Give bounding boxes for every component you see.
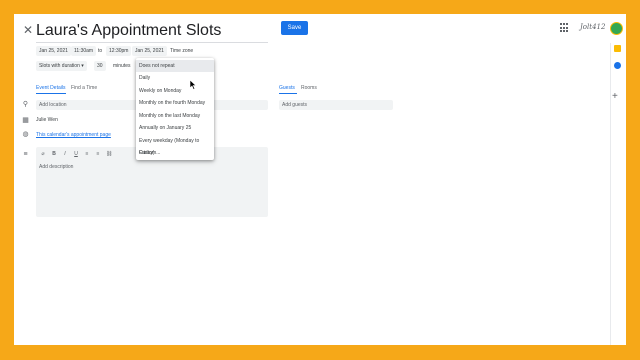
repeat-option-monthly-last[interactable]: Monthly on the last Monday	[136, 110, 214, 122]
link-button[interactable]: ⛓	[106, 150, 112, 158]
start-time-chip[interactable]: 11:30am	[71, 46, 97, 56]
underline-button[interactable]: U	[73, 150, 79, 158]
description-icon: ≡	[23, 151, 28, 158]
tab-event-details[interactable]: Event Details	[36, 84, 65, 92]
chevron-down-icon: ▾	[81, 63, 84, 69]
tab-guests-indicator	[279, 93, 297, 94]
add-addon-icon[interactable]: +	[612, 92, 618, 102]
tab-find-a-time[interactable]: Find a Time	[71, 84, 97, 92]
start-date-chip[interactable]: Jan 25, 2021	[36, 46, 71, 56]
repeat-option-weekday[interactable]: Every weekday (Monday to Friday)	[136, 135, 214, 156]
calendar-icon: ▦	[22, 117, 29, 124]
italic-button[interactable]: I	[62, 150, 68, 158]
tab-active-indicator	[36, 93, 66, 94]
keep-icon[interactable]	[614, 45, 621, 52]
numbered-list-button[interactable]: ≡	[84, 150, 90, 158]
tasks-icon[interactable]	[614, 62, 621, 69]
end-time-chip[interactable]: 12:30pm	[106, 46, 132, 56]
location-icon: ⚲	[22, 101, 29, 108]
repeat-option-custom[interactable]: Custom...	[136, 147, 214, 159]
organizer-name: Julie Wen	[36, 117, 58, 123]
bulleted-list-button[interactable]: ≡	[95, 150, 101, 158]
repeat-option-daily[interactable]: Daily	[136, 72, 214, 84]
slots-mode-label: Slots with duration	[39, 63, 80, 69]
end-date-chip[interactable]: Jan 25, 2021	[132, 46, 167, 56]
format-toolbar: ⌀ B I U ≡ ≡ ⛓	[40, 150, 112, 158]
slots-mode-select[interactable]: Slots with duration ▾	[36, 61, 87, 71]
close-icon[interactable]: ✕	[22, 24, 34, 36]
brand-logo: Jolt412	[580, 23, 606, 31]
duration-input[interactable]: 30	[94, 61, 106, 71]
tab-guests[interactable]: Guests	[279, 84, 295, 92]
event-title-input[interactable]: Laura's Appointment Slots	[36, 22, 221, 40]
apps-grid-icon[interactable]	[560, 23, 570, 33]
repeat-option-weekly[interactable]: Weekly on Monday	[136, 85, 214, 97]
side-panel	[610, 43, 626, 345]
repeat-option-monthly-fourth[interactable]: Monthly on the fourth Monday	[136, 97, 214, 109]
repeat-option-does-not-repeat[interactable]: Does not repeat	[136, 60, 214, 72]
timezone-link[interactable]: Time zone	[170, 46, 193, 56]
duration-unit-label: minutes	[113, 63, 131, 69]
description-placeholder: Add description	[39, 164, 74, 170]
repeat-option-annually[interactable]: Annually on January 25	[136, 122, 214, 134]
globe-icon: ◍	[22, 131, 29, 138]
event-editor-window: ✕ Laura's Appointment Slots Save Jolt412…	[14, 14, 626, 345]
bold-button[interactable]: B	[51, 150, 57, 158]
mouse-cursor-icon	[189, 80, 197, 90]
add-guests-input[interactable]: Add guests	[279, 100, 393, 110]
avatar[interactable]	[610, 22, 623, 35]
tab-rooms[interactable]: Rooms	[301, 84, 317, 92]
appointment-page-link[interactable]: This calendar's appointment page	[36, 131, 111, 139]
repeat-dropdown-menu: Does not repeat Daily Weekly on Monday M…	[136, 58, 214, 160]
attachment-icon[interactable]: ⌀	[40, 150, 46, 158]
save-button[interactable]: Save	[281, 21, 308, 35]
title-underline	[36, 42, 268, 43]
to-label: to	[98, 48, 103, 54]
